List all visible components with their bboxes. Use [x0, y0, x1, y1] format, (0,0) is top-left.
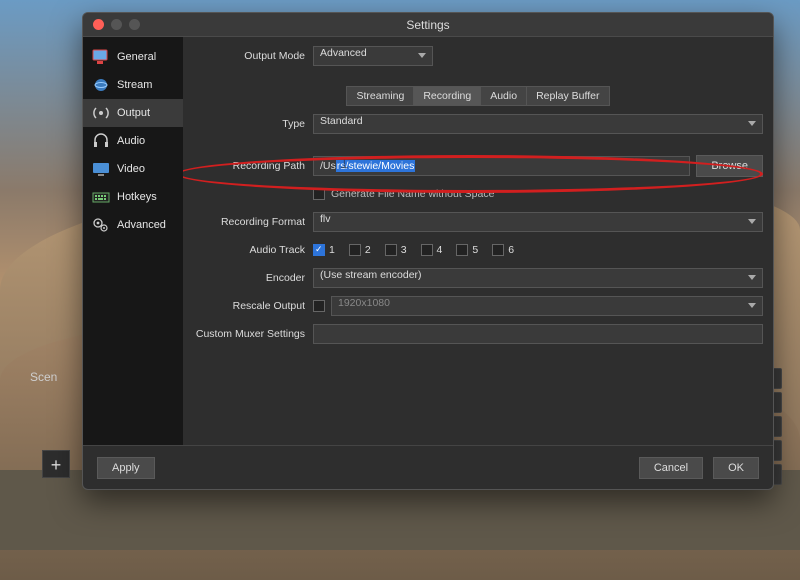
keyboard-icon: [91, 188, 111, 206]
audio-track-group: 1 2 3 4 5 6: [313, 244, 763, 256]
track-1-checkbox[interactable]: [313, 244, 325, 256]
track-num: 3: [401, 244, 407, 256]
sidebar-item-label: Video: [117, 163, 145, 175]
broadcast-icon: [91, 104, 111, 122]
output-mode-label: Output Mode: [193, 50, 313, 62]
tab-streaming[interactable]: Streaming: [346, 86, 414, 106]
muxer-input[interactable]: [313, 324, 763, 344]
output-tabs: Streaming Recording Audio Replay Buffer: [346, 86, 609, 106]
headphones-icon: [91, 132, 111, 150]
track-4-checkbox[interactable]: [421, 244, 433, 256]
sidebar-item-label: Advanced: [117, 219, 166, 231]
tab-audio[interactable]: Audio: [481, 86, 527, 106]
apply-button[interactable]: Apply: [97, 457, 155, 479]
generate-filename-checkbox[interactable]: [313, 188, 325, 200]
sidebar-item-stream[interactable]: Stream: [83, 71, 183, 99]
type-label: Type: [193, 118, 313, 130]
sidebar-item-label: Hotkeys: [117, 191, 157, 203]
track-num: 1: [329, 244, 335, 256]
encoder-select[interactable]: (Use stream encoder): [313, 268, 763, 288]
track-num: 5: [472, 244, 478, 256]
sidebar-item-label: General: [117, 51, 156, 63]
main-window-scene-label: Scen: [30, 370, 57, 384]
settings-main-panel: Output Mode Advanced Streaming Recording…: [183, 37, 773, 445]
rescale-checkbox[interactable]: [313, 300, 325, 312]
track-2-checkbox[interactable]: [349, 244, 361, 256]
track-6-checkbox[interactable]: [492, 244, 504, 256]
add-scene-button[interactable]: +: [42, 450, 70, 478]
titlebar[interactable]: Settings: [83, 13, 773, 37]
type-select[interactable]: Standard: [313, 114, 763, 134]
monitor-icon: [91, 48, 111, 66]
cursor-icon: ⌶: [340, 155, 348, 172]
sidebar-item-output[interactable]: Output: [83, 99, 183, 127]
audio-track-label: Audio Track: [193, 244, 313, 256]
rescale-label: Rescale Output: [193, 300, 313, 312]
recording-path-input[interactable]: /Usrs/stewie/Movies ⌶: [313, 156, 690, 176]
encoder-label: Encoder: [193, 272, 313, 284]
gears-icon: [91, 216, 111, 234]
recording-format-select[interactable]: flv: [313, 212, 763, 232]
track-5-checkbox[interactable]: [456, 244, 468, 256]
recording-format-label: Recording Format: [193, 216, 313, 228]
output-mode-select[interactable]: Advanced: [313, 46, 433, 66]
cancel-button[interactable]: Cancel: [639, 457, 703, 479]
rescale-resolution-select: 1920x1080: [331, 296, 763, 316]
path-prefix: /Us: [320, 160, 336, 172]
sidebar-item-label: Audio: [117, 135, 145, 147]
muxer-label: Custom Muxer Settings: [193, 328, 313, 340]
sidebar-item-advanced[interactable]: Advanced: [83, 211, 183, 239]
settings-window: Settings General Stream Output Audio Vid: [82, 12, 774, 490]
globe-icon: [91, 76, 111, 94]
tab-replay-buffer[interactable]: Replay Buffer: [527, 86, 609, 106]
display-icon: [91, 160, 111, 178]
browse-button[interactable]: Browse: [696, 155, 763, 177]
track-num: 4: [437, 244, 443, 256]
track-num: 6: [508, 244, 514, 256]
sidebar-item-audio[interactable]: Audio: [83, 127, 183, 155]
recording-path-label: Recording Path: [193, 160, 313, 172]
track-num: 2: [365, 244, 371, 256]
sidebar-item-label: Output: [117, 107, 150, 119]
generate-filename-label: Generate File Name without Space: [331, 188, 494, 200]
window-title: Settings: [83, 18, 773, 32]
sidebar-item-video[interactable]: Video: [83, 155, 183, 183]
sidebar-item-label: Stream: [117, 79, 152, 91]
sidebar-item-general[interactable]: General: [83, 43, 183, 71]
ok-button[interactable]: OK: [713, 457, 759, 479]
track-3-checkbox[interactable]: [385, 244, 397, 256]
settings-sidebar: General Stream Output Audio Video Hotkey…: [83, 37, 183, 445]
tab-recording[interactable]: Recording: [414, 86, 481, 106]
settings-footer: Apply Cancel OK: [83, 445, 773, 489]
sidebar-item-hotkeys[interactable]: Hotkeys: [83, 183, 183, 211]
